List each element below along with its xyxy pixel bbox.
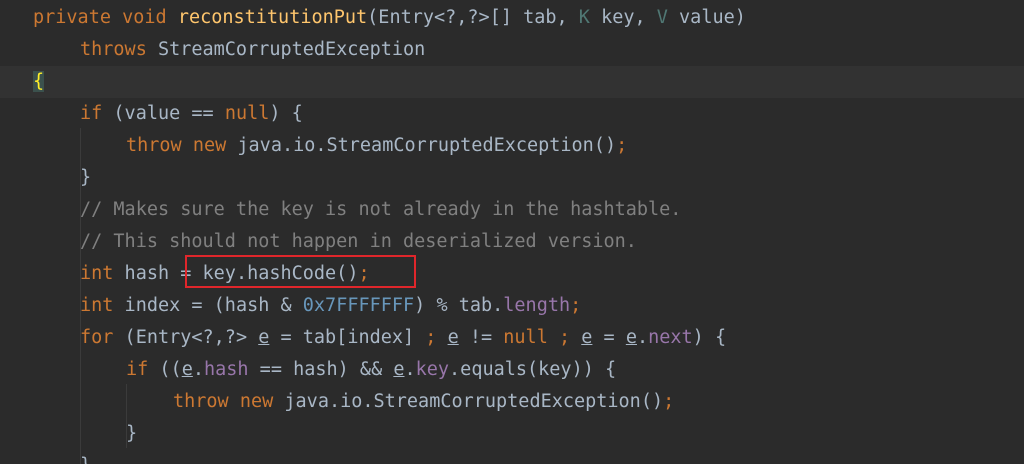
code-text: = [592,327,626,348]
code-line[interactable]: if ((e.hash == hash) && e.key.equals(key… [0,354,1024,386]
code-line[interactable]: } [0,418,1024,450]
code-line[interactable]: for (Entry<?,?> e = tab[index] ; e != nu… [0,322,1024,354]
keyword: if [80,103,103,124]
keyword: int [80,295,114,316]
variable: e [447,327,459,348]
method-name: reconstitutionPut [177,7,368,28]
variable: e [258,327,270,348]
code-text: == hash) && [248,359,394,380]
code-line[interactable]: } [0,162,1024,194]
field: next [648,327,693,348]
code-text: value) [667,7,746,28]
code-text: java.io.StreamCorruptedException() [273,391,664,412]
keyword: void [122,7,167,28]
keyword: new [192,135,227,156]
code-line[interactable]: // This should not happen in deserialize… [0,226,1024,258]
code-text: java.io.StreamCorruptedException() [226,135,617,156]
code-line[interactable]: int index = (hash & 0x7FFFFFFF) % tab.le… [0,290,1024,322]
code-text: ) { [692,327,727,348]
keyword: if [126,359,149,380]
code-text: .equals(key)) { [449,359,617,380]
code-line[interactable]: private void reconstitutionPut(Entry<?,?… [0,2,1024,34]
code-text: . [404,359,416,380]
keyword: throw [173,391,229,412]
type-parameter: V [656,7,668,28]
code-text: . [636,327,649,348]
field: key [415,359,450,380]
comment: // Makes sure the key is not already in … [80,199,682,220]
field: length [503,295,571,316]
keyword: null [224,103,270,124]
code-line[interactable]: } [0,450,1024,464]
keyword: for [80,327,114,348]
annotation-highlight-box [185,255,416,288]
code-editor[interactable]: private void reconstitutionPut(Entry<?,?… [0,0,1024,464]
comment: // This should not happen in deserialize… [80,231,637,252]
code-line[interactable]: if (value == null) { [0,98,1024,130]
semicolon: ; [425,327,437,348]
keyword: private [33,7,111,28]
variable: e [581,327,593,348]
code-text: (value == [102,103,225,124]
code-text: (( [148,359,182,380]
code-text: ) % tab. [414,295,504,316]
keyword: new [239,391,274,412]
code-line[interactable]: throw new java.io.StreamCorruptedExcepti… [0,386,1024,418]
code-text: (Entry<?,?> [113,327,259,348]
type-parameter: K [578,7,590,28]
code-text: != [458,327,504,348]
code-text: . [192,359,204,380]
variable: e [181,359,193,380]
semicolon: ; [663,391,675,412]
code-text: key, [589,7,657,28]
code-line[interactable]: throw new java.io.StreamCorruptedExcepti… [0,130,1024,162]
code-line[interactable]: // Makes sure the key is not already in … [0,194,1024,226]
code-text: index = (hash & [113,295,303,316]
code-text: ) { [269,103,303,124]
code-line[interactable]: int hash = key.hashCode(); [0,258,1024,290]
keyword: throw [126,135,182,156]
semicolon: ; [570,295,582,316]
code-text: StreamCorruptedException [146,39,426,60]
variable: e [625,327,637,348]
code-line-current[interactable]: { [0,66,1024,98]
code-text: = tab[index] [269,327,426,348]
semicolon: ; [616,135,628,156]
field: hash [203,359,249,380]
variable: e [393,359,405,380]
code-text: } [80,455,91,464]
code-line[interactable]: throws StreamCorruptedException [0,34,1024,66]
keyword: throws [80,39,147,60]
keyword: null [503,327,548,348]
code-text: } [80,167,92,188]
matched-brace: { [33,71,45,92]
code-text: } [126,423,138,444]
keyword: int [80,263,114,284]
code-text: (Entry<?,?>[] tab, [367,7,579,28]
number-literal: 0x7FFFFFFF [302,295,415,316]
semicolon: ; [558,327,571,348]
